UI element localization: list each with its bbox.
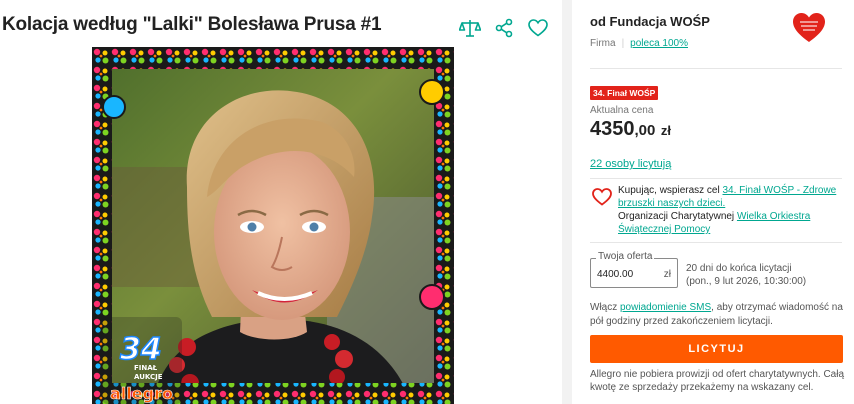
heart-outline-icon[interactable] [526,16,550,40]
bid-amount-label: Twoja oferta [596,251,655,262]
time-left: 20 dni do końca licytacji (pon., 9 lut 20… [686,262,846,288]
badge-number: 34 [120,332,162,367]
final-badge: 34 FINAŁ AUKCJE allegro [102,317,182,404]
divider [590,178,842,179]
charity-text: Kupując, wspierasz cel 34. Finał WOŚP - … [618,184,844,236]
final-label-badge: 34. Finał WOŚP [590,86,659,100]
listing-photo[interactable]: 34 FINAŁ AUKCJE allegro [92,47,454,404]
bid-amount-input[interactable] [597,269,657,280]
seller-recommend-link[interactable]: poleca 100% [630,38,688,49]
price-integer: 4350 [590,118,635,140]
price-decimal: ,00 [634,122,656,139]
charity-org-prefix: Organizacji Charytatywnej [618,211,737,222]
compare-icon[interactable] [458,16,482,40]
charity-prefix: Kupując, wspierasz cel [618,185,723,196]
sms-notify: Włącz powiadomienie SMS, aby otrzymać wi… [590,301,848,329]
end-date: (pon., 9 lut 2026, 10:30:00) [686,276,807,287]
share-icon[interactable] [492,16,516,40]
current-price: 4350,00 zł [590,118,671,141]
offer-panel: od Fundacja WOŚP Firma | poleca 100% 34.… [572,0,854,404]
notify-prefix: Włącz [590,302,620,313]
listing-title: Kolacja według "Lalki" Bolesława Prusa #… [2,14,382,35]
badge-brand: allegro [110,384,173,403]
seller-meta: Firma | poleca 100% [590,38,688,49]
divider [590,242,842,243]
price-label: Aktualna cena [590,105,654,116]
heart-outline-icon [592,188,612,206]
bidders-link[interactable]: 22 osoby licytują [590,158,671,170]
time-left-text: 20 dni do końca licytacji [686,263,792,274]
separator: | [621,38,625,49]
badge-line-1: FINAŁ [134,364,158,372]
bid-amount-unit: zł [663,269,671,280]
sms-notify-link[interactable]: powiadomienie SMS [620,302,711,313]
seller-type: Firma [590,38,616,49]
seller-name: od Fundacja WOŚP [590,14,710,29]
wosp-heart-logo-icon[interactable] [792,12,826,44]
badge-line-2: AUKCJE [134,373,163,381]
divider [590,68,842,69]
commission-note: Allegro nie pobiera prowizji od ofert ch… [590,369,845,393]
price-currency: zł [660,123,672,138]
listing-main: Kolacja według "Lalki" Bolesława Prusa #… [0,0,562,404]
bid-amount-field[interactable]: zł [590,258,678,288]
bid-button[interactable]: LICYTUJ [590,335,843,363]
listing-actions [458,16,550,40]
